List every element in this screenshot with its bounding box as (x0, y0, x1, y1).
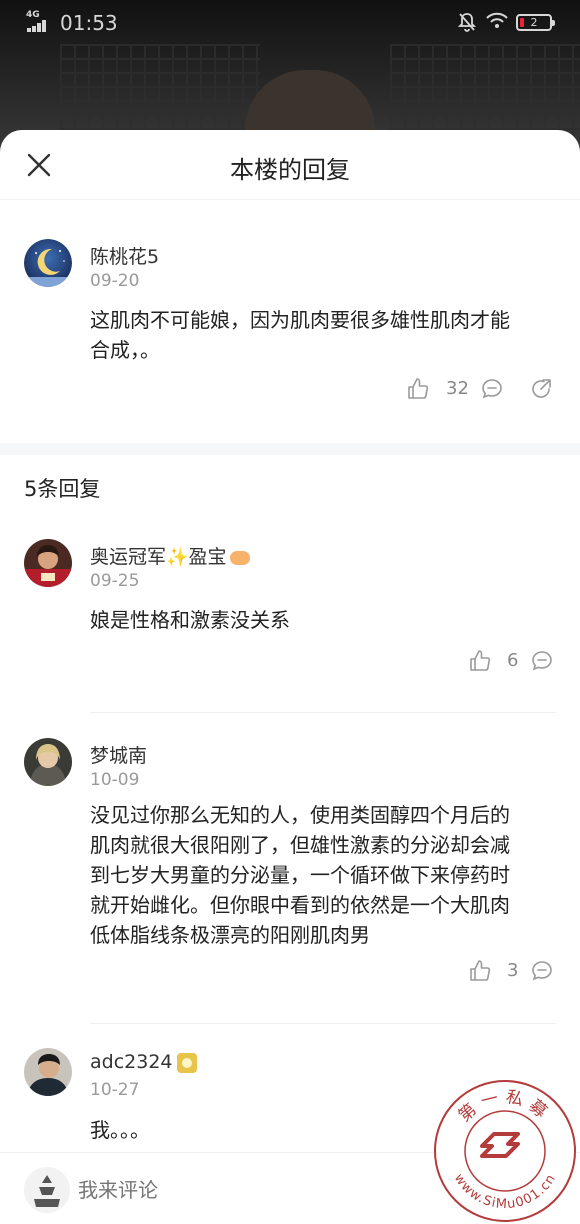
avatar[interactable] (24, 239, 72, 287)
comment-text-line: 合成，。 (90, 338, 160, 362)
reply-divider (90, 712, 556, 713)
comment-bubble-icon (482, 379, 502, 399)
author-name[interactable]: 奥运冠军✨盈宝 (90, 542, 251, 569)
like-count: 6 (507, 650, 519, 671)
like-button[interactable] (468, 649, 492, 673)
comment-text-line: 就开始雌化。但你眼中看到的依然是一个大肌肉 (90, 893, 510, 917)
author-name[interactable]: 陈桃花5 (90, 242, 159, 269)
reply-button[interactable] (480, 377, 504, 401)
section-divider (0, 443, 580, 455)
reply-divider (90, 1023, 556, 1024)
author-name-suffix: 盈宝 (188, 546, 227, 568)
replies-sheet: 本楼的回复 陈桃花5 09-20 这肌肉不可能娘，因为肌肉要很多雄性肌肉才能 合… (0, 130, 580, 1224)
comment-text: 这肌肉不可能娘，因为肌肉要很多雄性肌肉才能 合成，。 (90, 305, 560, 365)
network-type: 4G (26, 10, 40, 20)
signal-icon (27, 20, 51, 32)
like-button[interactable] (468, 959, 492, 983)
comment-text-line: 没见过你那么无知的人，使用类固醇四个月后的 (90, 803, 510, 827)
comment-text-line: 这肌肉不可能娘，因为肌肉要很多雄性肌肉才能 (90, 308, 510, 332)
my-avatar (24, 1167, 70, 1213)
thumbs-up-icon (470, 960, 491, 981)
mute-bell-icon (457, 12, 477, 32)
comment-text-line: 低体脂线条极漂亮的阳刚肌肉男 (90, 923, 370, 947)
author-name[interactable]: adc2324 (90, 1051, 197, 1073)
comment-text-line: 到七岁大男童的分泌量，一个循环做下来停药时 (90, 863, 510, 887)
sheet-title: 本楼的回复 (230, 156, 350, 184)
gamepad-icon (230, 550, 251, 565)
reply-button[interactable] (530, 649, 554, 673)
thumbs-up-icon (470, 650, 491, 671)
avatar[interactable] (24, 1048, 72, 1096)
sheet-header: 本楼的回复 (0, 130, 580, 200)
badge-icon (176, 1052, 197, 1073)
comment-date: 10-27 (90, 1080, 140, 1100)
avatar[interactable] (24, 738, 72, 786)
like-count: 3 (507, 960, 519, 981)
avatar[interactable] (24, 539, 72, 587)
author-name[interactable]: 梦城南 (90, 741, 147, 768)
watermark-stamp: 第一私募 www.SiMu001.cn (432, 1078, 578, 1224)
status-bar: 4G 01:53 2 (0, 0, 580, 44)
comment-text: 娘是性格和激素没关系 (90, 605, 560, 635)
author-name-text: adc2324 (90, 1051, 173, 1073)
comment-text: 没见过你那么无知的人，使用类固醇四个月后的 肌肉就很大很阳刚了，但雄性激素的分泌… (90, 800, 560, 950)
comment-bubble-icon (532, 961, 552, 981)
comment-bubble-icon (532, 651, 552, 671)
replies-count: 5条回复 (24, 477, 101, 501)
comment-date: 09-25 (90, 571, 140, 591)
sparkle-icon: ✨ (166, 547, 189, 568)
comment-date: 10-09 (90, 770, 140, 790)
like-count: 32 (446, 378, 469, 399)
comment-text-line: 娘是性格和激素没关系 (90, 608, 290, 632)
clock: 01:53 (60, 11, 118, 35)
share-button[interactable] (529, 377, 553, 401)
reply-button[interactable] (530, 959, 554, 983)
background-tiles-right (390, 44, 580, 134)
background-tiles (60, 44, 260, 134)
wifi-icon (485, 10, 509, 34)
like-button[interactable] (406, 377, 430, 401)
battery-icon: 2 (516, 14, 555, 31)
share-icon (532, 379, 551, 398)
thumbs-up-icon (408, 378, 429, 399)
comment-text-line: 肌肉就很大很阳刚了，但雄性激素的分泌却会减 (90, 833, 510, 857)
author-name-text: 奥运冠军 (90, 546, 167, 568)
comment-input[interactable] (78, 1171, 408, 1209)
comment-date: 09-20 (90, 271, 140, 291)
